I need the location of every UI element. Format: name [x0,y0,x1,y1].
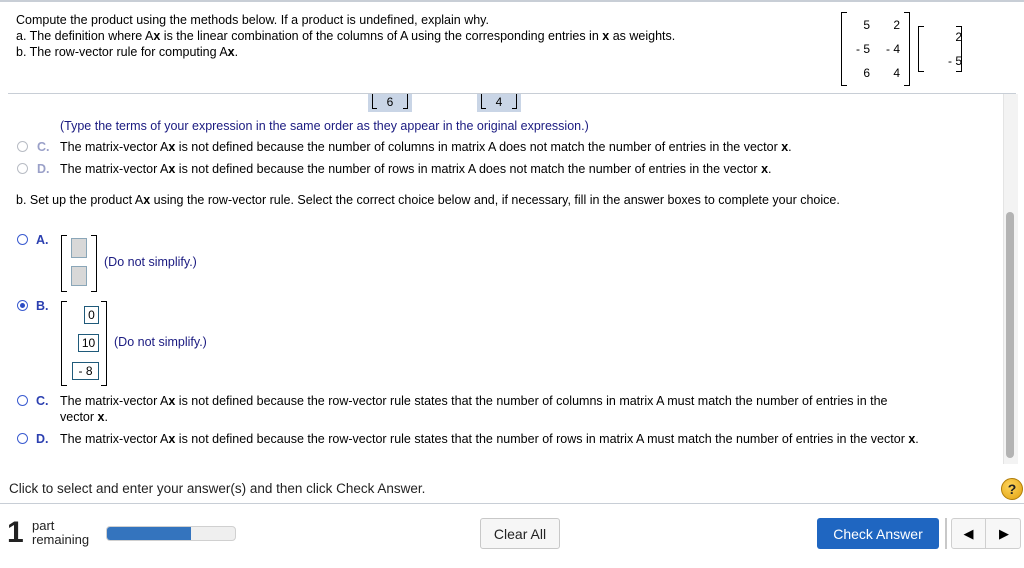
do-not-simplify-note: (Do not simplify.) [104,255,197,269]
problem-prompt: Compute the product using the methods be… [16,12,675,60]
option-line-2: vector x. [60,409,980,425]
matrix-cell: - 5 [855,42,870,56]
footer-divider [0,503,1024,504]
option-line-1: The matrix-vector Ax is not defined beca… [60,393,980,409]
text: b. Set up the product A [16,193,144,207]
option-letter: C. [36,394,49,408]
text: a. The definition where A [16,29,154,43]
option-text: The matrix-vector A x is not defined beca… [60,161,772,177]
radio-button[interactable] [17,395,28,406]
part-b-question: b. Set up the product Ax using the row-v… [16,193,840,207]
text: . [104,410,108,424]
text: is the linear combination of the columns… [160,29,603,43]
text: The matrix-vector A [60,162,169,176]
matrix-cell: - 4 [885,42,900,56]
text: . [768,162,772,176]
text: is not defined because the number of col… [175,140,782,154]
bracket-right [904,12,910,86]
scrollbar-thumb[interactable] [1006,212,1014,458]
parts-remaining-label: part remaining [32,519,89,547]
option-letter: C. [37,140,50,154]
matrix-cell: 2 [893,18,900,32]
answer-input-1[interactable]: 0 [84,306,99,324]
bracket-right [101,301,107,386]
text: . [915,432,919,446]
text: The matrix-vector A [60,394,169,408]
answer-box-1[interactable] [71,238,87,258]
next-question-icon[interactable]: ▶ [987,519,1021,548]
button-separator [945,518,947,549]
matrix-cell: 5 [863,18,870,32]
footer-instruction: Click to select and enter your answer(s)… [9,481,426,496]
answer-input-3[interactable]: - 8 [72,362,99,380]
radio-button[interactable] [17,163,28,174]
question-nav: ◀ ▶ [951,518,1021,549]
top-divider [0,0,1024,2]
text: is not defined because the row-vector ru… [175,432,909,446]
bracket-left [918,26,924,72]
clear-all-button[interactable]: Clear All [480,518,560,549]
text: b. The row-vector rule for computing A [16,45,228,59]
radio-button-selected[interactable] [17,300,28,311]
text: The matrix-vector A [60,140,169,154]
text: The matrix-vector A [60,432,169,446]
bracket-right [91,235,97,292]
matrix-cell: 6 [863,66,870,80]
do-not-simplify-note: (Do not simplify.) [114,335,207,349]
option-text: The matrix-vector Ax is not defined beca… [60,431,919,447]
bracket-right [956,26,962,72]
bracket-left [61,301,67,386]
radio-button[interactable] [17,234,28,245]
option-letter: D. [37,162,50,176]
bracket-right [403,94,408,109]
bracket-left [841,12,847,86]
option-letter: A. [36,233,49,247]
part-a-vector-1-bottom: 6 [368,94,412,112]
progress-bar [106,526,236,541]
text: is not defined because the row-vector ru… [175,394,888,408]
matrix-cell: 4 [893,66,900,80]
help-icon[interactable]: ? [1001,478,1023,500]
option-text: The matrix-vector Ax is not defined beca… [60,393,980,425]
bracket-left [61,235,67,292]
previous-question-icon[interactable]: ◀ [952,519,986,548]
progress-fill [107,527,192,540]
answer-input-2[interactable]: 10 [78,334,99,352]
parts-remaining-count: 1 [7,516,24,549]
text: is not defined because the number of row… [175,162,762,176]
bold-x: x [227,45,235,59]
text: . [788,140,792,154]
option-letter: B. [36,299,49,313]
part-a-vector-2-bottom: 4 [477,94,521,112]
text: . [234,45,239,59]
option-text: The matrix-vector Ax is not defined beca… [60,139,792,155]
bold-x: x [761,162,769,176]
radio-button[interactable] [17,141,28,152]
prompt-line-2: a. The definition where Ax is the linear… [16,28,675,44]
prompt-line-3: b. The row-vector rule for computing Ax. [16,44,675,60]
text: vector [60,410,98,424]
prompt-line-1: Compute the product using the methods be… [16,13,489,27]
bracket-right [512,94,517,109]
answer-box-2[interactable] [71,266,87,286]
option-letter: D. [36,432,49,446]
radio-button[interactable] [17,433,28,444]
text: using the row-vector rule. Select the co… [150,193,840,207]
check-answer-button[interactable]: Check Answer [817,518,939,549]
part-a-order-note: (Type the terms of your expression in th… [60,119,589,133]
text: as weights. [609,29,676,43]
text: remaining [32,532,90,547]
text: part [32,518,55,533]
